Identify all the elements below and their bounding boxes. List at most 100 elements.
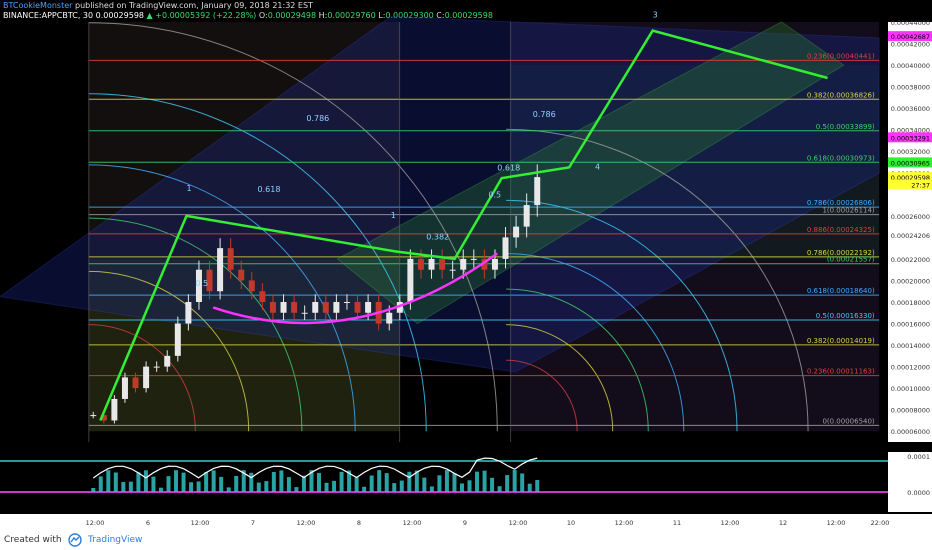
indicator-bar-36 — [362, 486, 367, 492]
indicator-tick-1: 0.0000 — [907, 489, 930, 497]
indicator-bar-27 — [294, 487, 299, 492]
fib-level-label-11: 0.382(0.00014019) — [807, 337, 875, 345]
candle-body-33 — [439, 258, 446, 270]
time-tick-7: 9 — [463, 519, 467, 527]
indicator-bar-23 — [264, 481, 269, 492]
fib-level-label-3: 0.618(0.00030973) — [807, 154, 875, 162]
indicator-bar-58 — [527, 483, 532, 492]
indicator-bar-48 — [452, 473, 457, 492]
tradingview-brand[interactable]: TradingView — [88, 535, 142, 545]
time-tick-2: 12:00 — [191, 519, 210, 527]
indicator-bar-26 — [286, 477, 291, 492]
price-tick-6: 0.00032000 — [891, 148, 930, 156]
price-tick-14: 0.00014000 — [891, 342, 930, 350]
price-tick-9: 0.00024206 — [891, 232, 930, 240]
indicator-bar-49 — [459, 483, 464, 492]
candle-body-35 — [460, 258, 467, 270]
candle-body-7 — [164, 355, 171, 367]
indicator-bar-24 — [271, 472, 276, 492]
fib-level-label-13: 0(0.00006540) — [822, 417, 874, 425]
indicator-bar-2 — [106, 470, 111, 492]
time-tick-13: 12 — [779, 519, 787, 527]
price-badge-4: 27:37 — [911, 182, 930, 190]
time-tick-12: 12:00 — [721, 519, 740, 527]
indicator-bar-33 — [339, 471, 344, 492]
indicator-bar-31 — [324, 482, 329, 492]
candle-body-4 — [132, 377, 139, 389]
price-tick-10: 0.00022000 — [891, 256, 930, 264]
indicator-bar-40 — [392, 483, 397, 492]
indicator-bar-46 — [437, 475, 442, 492]
indicator-tick-0: 0.0001 — [907, 453, 930, 461]
candle-body-31 — [417, 258, 424, 270]
indicator-bar-8 — [151, 476, 156, 492]
indicator-bar-9 — [158, 487, 163, 492]
indicator-bar-56 — [512, 470, 517, 492]
candle-body-39 — [502, 237, 509, 259]
time-tick-5: 8 — [357, 519, 361, 527]
price-tick-4: 0.00036000 — [891, 105, 930, 113]
candle-body-9 — [185, 302, 192, 324]
price-tick-2: 0.00040000 — [891, 62, 930, 70]
indicator-bar-15 — [204, 472, 209, 492]
candle-body-12 — [217, 248, 224, 292]
chart-annotation-5: 0.618 — [497, 164, 520, 173]
indicator-bar-54 — [497, 486, 502, 492]
indicator-bar-4 — [121, 481, 126, 492]
created-with-label: Created with — [4, 535, 62, 545]
time-tick-15: 22:00 — [871, 519, 890, 527]
indicator-bar-32 — [332, 480, 337, 492]
chart-annotation-0: 0.786 — [306, 114, 329, 123]
indicator-bar-50 — [467, 480, 472, 492]
fib-level-label-12: 0.236(0.00011163) — [807, 368, 875, 376]
candle-body-41 — [523, 205, 530, 227]
time-tick-11: 11 — [673, 519, 681, 527]
candle-body-2 — [111, 398, 118, 421]
chart-annotation-9: 1 — [186, 184, 191, 193]
candle-body-14 — [238, 269, 245, 281]
chart-annotation-3: 0.382 — [426, 233, 449, 242]
price-tick-18: 0.00006000 — [891, 428, 930, 436]
candle-body-32 — [428, 258, 435, 270]
candle-body-38 — [491, 258, 498, 270]
indicator-bar-16 — [211, 470, 216, 492]
price-tick-17: 0.00008000 — [891, 407, 930, 415]
indicator-bar-1 — [98, 476, 103, 492]
price-tick-11: 0.00020000 — [891, 277, 930, 285]
indicator-bar-14 — [196, 481, 201, 492]
candle-body-13 — [227, 248, 234, 270]
chart-annotation-10: 3 — [653, 11, 658, 20]
candle-body-18 — [280, 302, 287, 313]
candle-body-28 — [386, 312, 393, 324]
price-tick-15: 0.00012000 — [891, 364, 930, 372]
indicator-bar-38 — [377, 470, 382, 492]
time-tick-4: 12:00 — [297, 519, 316, 527]
candle-body-15 — [248, 280, 255, 292]
indicator-bar-11 — [174, 470, 179, 492]
indicator-bar-41 — [399, 480, 404, 492]
fib-level-label-10: 0.5(0.00016330) — [816, 312, 875, 320]
indicator-axis-bg — [888, 452, 932, 512]
candle-body-26 — [365, 302, 372, 313]
time-tick-8: 12:00 — [509, 519, 528, 527]
price-chart[interactable]: 0.236(0.00040441)0.382(0.00036826)0.5(0.… — [0, 0, 932, 530]
candle-body-23 — [333, 302, 340, 313]
indicator-bar-55 — [505, 475, 510, 492]
candle-body-30 — [407, 258, 414, 302]
candle-body-0 — [90, 415, 97, 417]
candle-body-22 — [322, 302, 329, 313]
candle-body-40 — [513, 226, 520, 238]
indicator-bar-35 — [354, 477, 359, 492]
indicator-bar-25 — [279, 470, 284, 492]
time-tick-0: 12:00 — [86, 519, 105, 527]
indicator-bar-0 — [91, 488, 96, 492]
indicator-bar-18 — [226, 487, 231, 492]
indicator-bar-21 — [249, 472, 254, 492]
indicator-bar-53 — [490, 477, 495, 492]
price-tick-3: 0.00038000 — [891, 84, 930, 92]
indicator-bar-51 — [475, 471, 480, 492]
candle-body-34 — [449, 269, 456, 271]
time-tick-1: 6 — [146, 519, 150, 527]
indicator-bar-17 — [219, 476, 224, 492]
time-tick-3: 7 — [251, 519, 255, 527]
